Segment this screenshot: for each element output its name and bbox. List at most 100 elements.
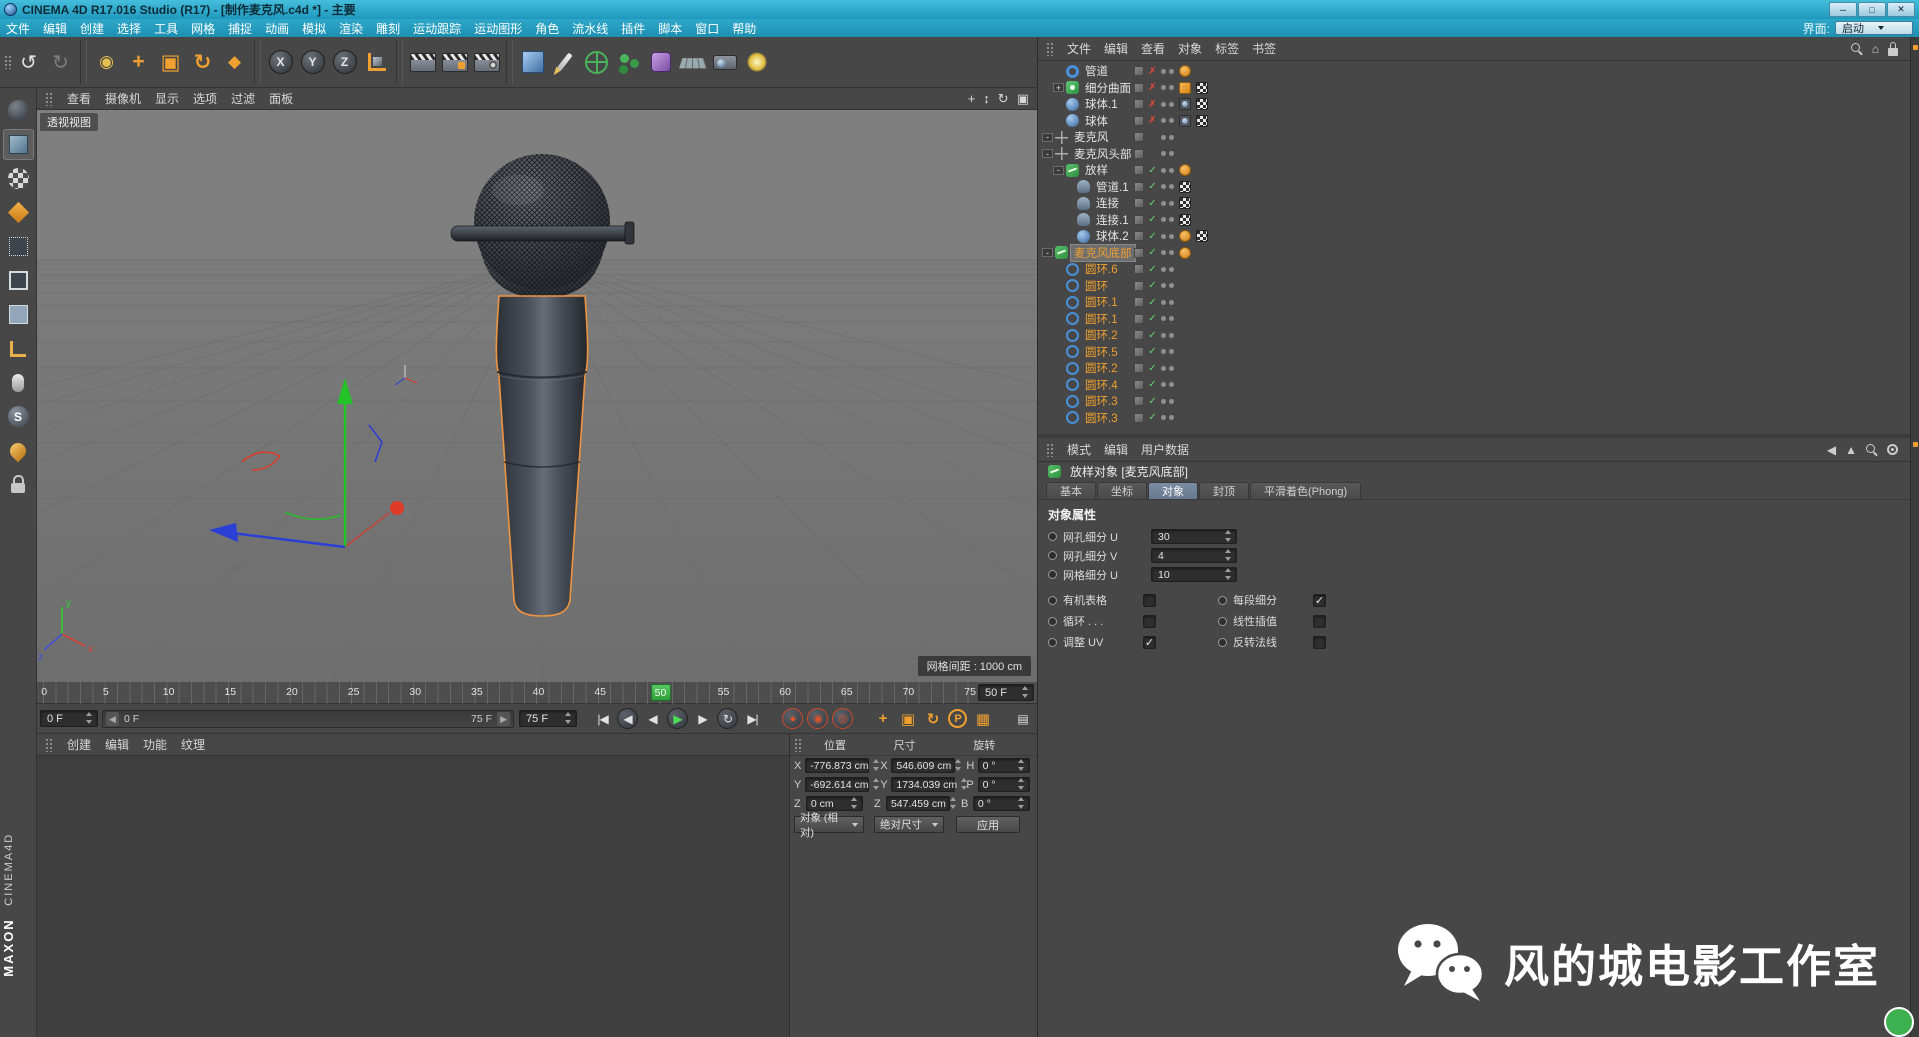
layer-chip-icon[interactable] bbox=[1134, 314, 1144, 324]
checkbox[interactable] bbox=[1143, 594, 1156, 607]
enable-toggle[interactable]: ✗ bbox=[1147, 66, 1158, 77]
checkbox[interactable] bbox=[1313, 594, 1326, 607]
key-rotation-button[interactable]: ↻ bbox=[921, 707, 944, 730]
spinner-icon[interactable] bbox=[850, 797, 859, 810]
collapse-icon[interactable]: - bbox=[1042, 248, 1053, 257]
editor-visibility-dot[interactable] bbox=[1161, 217, 1166, 222]
render-view-button[interactable] bbox=[407, 40, 438, 84]
render-settings-button[interactable] bbox=[471, 40, 502, 84]
enable-toggle[interactable]: ✓ bbox=[1147, 346, 1158, 357]
object-row[interactable]: 管道.1✓ bbox=[1038, 179, 1910, 196]
scale-tool-button[interactable]: ▣ bbox=[155, 40, 186, 84]
object-row[interactable]: 圆环.2✓ bbox=[1038, 360, 1910, 377]
enable-toggle[interactable]: ✓ bbox=[1147, 231, 1158, 242]
timeline-mode-button[interactable]: ▤ bbox=[1011, 707, 1034, 730]
range-left-handle[interactable]: ◀ bbox=[106, 712, 119, 726]
add-array-button[interactable] bbox=[613, 40, 644, 84]
editor-visibility-dot[interactable] bbox=[1161, 300, 1166, 305]
panel-grip[interactable] bbox=[45, 738, 53, 752]
object-row[interactable]: 圆环.1✓ bbox=[1038, 311, 1910, 328]
rotation-input[interactable]: 0 ° bbox=[978, 758, 1030, 773]
attribute-value-input[interactable]: 10 bbox=[1151, 567, 1237, 582]
rotation-input[interactable]: 0 ° bbox=[973, 796, 1030, 811]
editor-visibility-dot[interactable] bbox=[1161, 69, 1166, 74]
zoom-icon[interactable]: ↕ bbox=[983, 91, 990, 107]
texture-tag-icon[interactable] bbox=[1179, 181, 1191, 193]
render-visibility-dot[interactable] bbox=[1169, 267, 1174, 272]
editor-visibility-dot[interactable] bbox=[1161, 135, 1166, 140]
object-row[interactable]: -麦克风底部✓ bbox=[1038, 245, 1910, 262]
object-row[interactable]: 圆环.1✓ bbox=[1038, 294, 1910, 311]
render-visibility-dot[interactable] bbox=[1169, 168, 1174, 173]
menu-item[interactable]: 文件 bbox=[6, 20, 30, 37]
layer-chip-icon[interactable] bbox=[1134, 83, 1144, 93]
record-keyframe-button[interactable]: ● bbox=[781, 707, 804, 730]
menu-item[interactable]: 编辑 bbox=[43, 20, 67, 37]
editor-visibility-dot[interactable] bbox=[1161, 102, 1166, 107]
apply-button[interactable]: 应用 bbox=[956, 816, 1020, 833]
texture-tag-icon[interactable] bbox=[1196, 82, 1208, 94]
render-picture-viewer-button[interactable] bbox=[439, 40, 470, 84]
add-subdivision-surface-button[interactable] bbox=[581, 40, 612, 84]
layer-chip-icon[interactable] bbox=[1134, 215, 1144, 225]
editor-visibility-dot[interactable] bbox=[1161, 382, 1166, 387]
collapse-icon[interactable]: - bbox=[1042, 149, 1053, 158]
texture-tag-icon[interactable] bbox=[1196, 98, 1208, 110]
spinner-icon[interactable] bbox=[1224, 530, 1233, 543]
key-scale-button[interactable]: ▣ bbox=[896, 707, 919, 730]
step-forward-button[interactable]: ▶ bbox=[691, 707, 714, 730]
menu-item[interactable]: 摄像机 bbox=[105, 90, 141, 107]
edges-mode-button[interactable] bbox=[3, 265, 34, 296]
editor-visibility-dot[interactable] bbox=[1161, 151, 1166, 156]
layer-chip-icon[interactable] bbox=[1134, 281, 1144, 291]
spinner-icon[interactable] bbox=[960, 778, 969, 791]
live-selection-button[interactable]: ◉ bbox=[91, 40, 122, 84]
checkbox[interactable] bbox=[1313, 636, 1326, 649]
lock-x-axis-button[interactable]: X bbox=[265, 40, 296, 84]
render-visibility-dot[interactable] bbox=[1169, 201, 1174, 206]
menu-item[interactable]: 标签 bbox=[1215, 40, 1239, 57]
animation-dot-icon[interactable] bbox=[1048, 596, 1057, 605]
enable-toggle[interactable]: ✓ bbox=[1147, 396, 1158, 407]
render-visibility-dot[interactable] bbox=[1169, 151, 1174, 156]
object-row[interactable]: 圆环.5✓ bbox=[1038, 344, 1910, 361]
layer-chip-icon[interactable] bbox=[1134, 380, 1144, 390]
enable-toggle[interactable]: ✓ bbox=[1147, 181, 1158, 192]
object-row[interactable]: 圆环.3✓ bbox=[1038, 410, 1910, 427]
editor-visibility-dot[interactable] bbox=[1161, 283, 1166, 288]
position-input[interactable]: -692.614 cm bbox=[805, 777, 869, 792]
enable-toggle[interactable]: ✓ bbox=[1147, 412, 1158, 423]
menu-item[interactable]: 角色 bbox=[535, 20, 559, 37]
render-visibility-dot[interactable] bbox=[1169, 415, 1174, 420]
render-visibility-dot[interactable] bbox=[1169, 135, 1174, 140]
pan-icon[interactable]: + bbox=[968, 91, 976, 107]
interface-dropdown[interactable]: 启动 bbox=[1835, 21, 1913, 35]
enable-toggle[interactable]: ✓ bbox=[1147, 214, 1158, 225]
editor-visibility-dot[interactable] bbox=[1161, 184, 1166, 189]
menu-item[interactable]: 雕刻 bbox=[376, 20, 400, 37]
search-icon[interactable] bbox=[1866, 444, 1878, 456]
current-frame-field[interactable]: 50 F bbox=[978, 684, 1034, 701]
spinner-icon[interactable] bbox=[949, 797, 958, 810]
enable-toggle[interactable]: ✓ bbox=[1147, 264, 1158, 275]
spinner-icon[interactable] bbox=[1021, 686, 1030, 699]
layer-chip-icon[interactable] bbox=[1134, 297, 1144, 307]
viewport-navigation-button[interactable] bbox=[3, 367, 34, 398]
editor-visibility-dot[interactable] bbox=[1161, 168, 1166, 173]
checkbox[interactable] bbox=[1313, 615, 1326, 628]
object-row[interactable]: 圆环✓ bbox=[1038, 278, 1910, 295]
render-visibility-dot[interactable] bbox=[1169, 316, 1174, 321]
range-start-field[interactable]: 0 F bbox=[40, 710, 98, 727]
enable-toggle[interactable]: ✓ bbox=[1147, 297, 1158, 308]
layer-chip-icon[interactable] bbox=[1134, 264, 1144, 274]
animation-dot-icon[interactable] bbox=[1218, 617, 1227, 626]
size-input[interactable]: 547.459 cm bbox=[886, 796, 950, 811]
menu-item[interactable]: 流水线 bbox=[572, 20, 608, 37]
attribute-tab[interactable]: 对象 bbox=[1148, 482, 1198, 499]
animation-dot-icon[interactable] bbox=[1048, 617, 1057, 626]
frame-range-slider[interactable]: ◀ 0 F 75 F ▶ bbox=[102, 710, 514, 728]
lock-y-axis-button[interactable]: Y bbox=[297, 40, 328, 84]
editor-visibility-dot[interactable] bbox=[1161, 399, 1166, 404]
editor-visibility-dot[interactable] bbox=[1161, 85, 1166, 90]
rotate-tool-button[interactable]: ↻ bbox=[187, 40, 218, 84]
